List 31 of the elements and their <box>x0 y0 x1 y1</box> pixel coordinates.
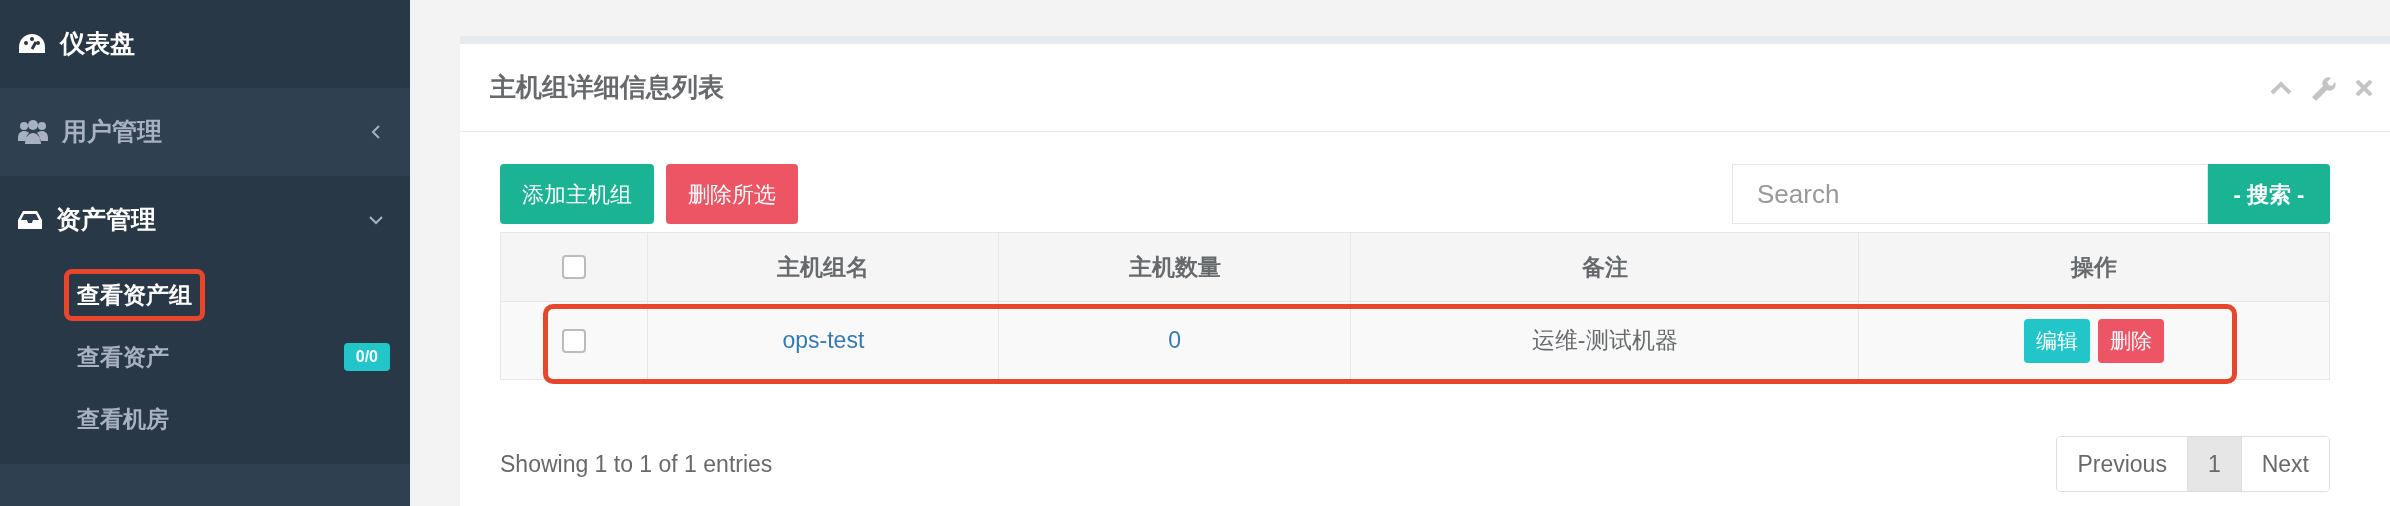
toolbar-button[interactable]: 删除所选 <box>666 164 798 224</box>
nav-subitem[interactable]: 查看资产组 <box>64 268 205 322</box>
checkbox[interactable] <box>562 255 587 279</box>
group-name-link[interactable]: ops-test <box>782 323 865 358</box>
dashboard-icon <box>18 33 46 55</box>
table-cell-text: 运维-测试机器 <box>1531 326 1678 356</box>
nav-item[interactable]: 资产管理 <box>56 201 156 239</box>
panel-title: 主机组详细信息列表 <box>490 71 724 104</box>
nav-item[interactable]: 用户管理 <box>62 113 162 151</box>
column-header: 主机组名 <box>777 252 870 282</box>
wrench-icon[interactable] <box>2310 74 2336 101</box>
row-action-button[interactable]: 删除 <box>2098 318 2165 363</box>
entries-info: Showing 1 to 1 of 1 entries <box>500 449 773 479</box>
search-button[interactable]: - 搜索 - <box>2208 164 2330 224</box>
close-icon[interactable] <box>2354 77 2374 98</box>
checkbox[interactable] <box>562 328 587 353</box>
collapse-icon[interactable] <box>2270 80 2292 95</box>
host-count-link[interactable]: 0 <box>1168 323 1182 358</box>
page-button[interactable]: 1 <box>2186 437 2241 491</box>
nav-item[interactable]: 仪表盘 <box>60 25 135 63</box>
search-field[interactable]: Search <box>1732 164 2208 224</box>
users-icon <box>18 120 48 144</box>
nav-subitem[interactable]: 查看机房 <box>64 392 182 446</box>
inbox-icon <box>18 210 42 230</box>
page-button[interactable]: Next <box>2240 437 2329 491</box>
column-header: 主机数量 <box>1128 252 1221 282</box>
toolbar-button[interactable]: 添加主机组 <box>500 164 654 224</box>
count-badge: 0/0 <box>343 343 390 371</box>
nav-subitem[interactable]: 查看资产 <box>64 330 182 384</box>
column-header: 备注 <box>1581 252 1628 282</box>
column-header: 操作 <box>2071 252 2118 282</box>
